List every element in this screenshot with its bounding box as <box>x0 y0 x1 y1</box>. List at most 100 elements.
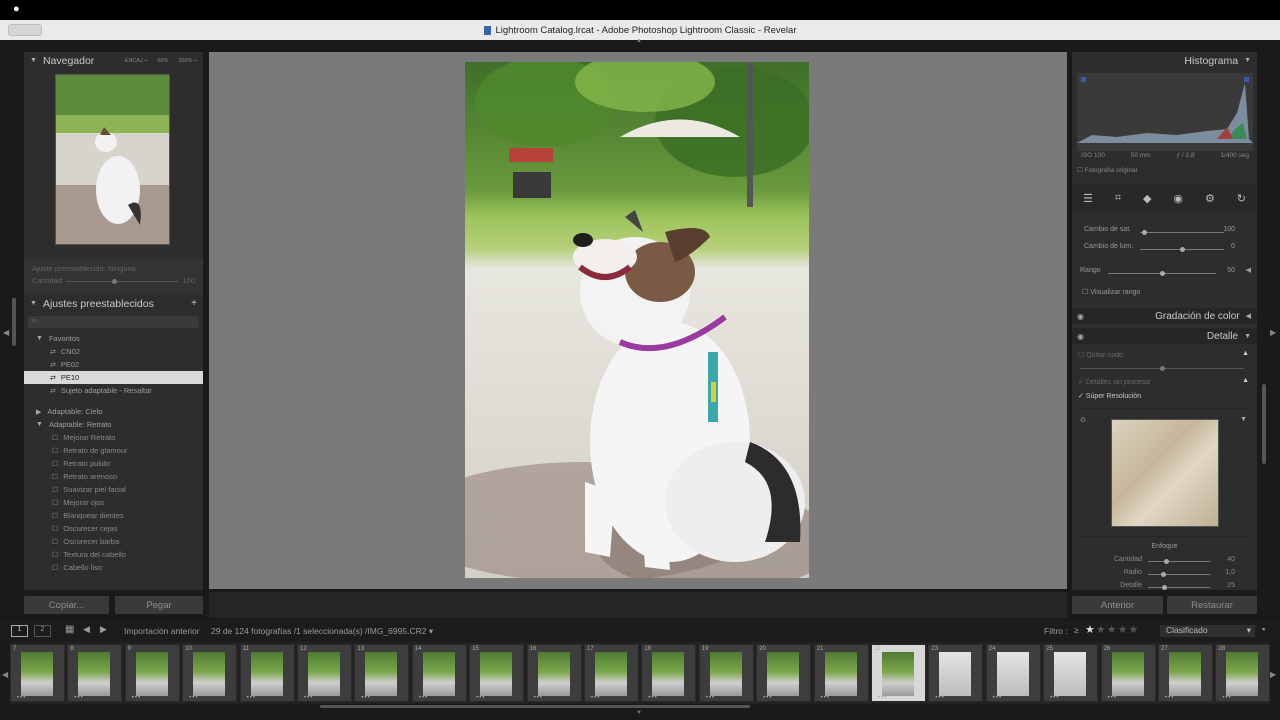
zoom-fit[interactable]: ENCAJ ÷ <box>125 58 148 64</box>
sliders-icon[interactable]: ☰ <box>1083 192 1093 205</box>
filmstrip-thumbnail[interactable]: 18 ••• <box>641 644 697 702</box>
dropdown-icon[interactable]: ▼ <box>1240 416 1247 423</box>
range-arrow-icon[interactable]: ◀ <box>1246 266 1251 274</box>
grid-icon[interactable]: ▦ <box>65 624 74 635</box>
filmstrip-thumbnail[interactable]: 23 ••• <box>928 644 984 702</box>
photo-count[interactable]: 29 de 124 fotografías /1 seleccionada(s)… <box>211 626 433 637</box>
histogram-header[interactable]: Histograma ▼ <box>1072 52 1257 69</box>
filmstrip-thumbnail[interactable]: 7 ••• <box>10 644 65 702</box>
screen-2-button[interactable]: 2 <box>34 625 51 637</box>
copy-button[interactable]: Copiar... <box>24 596 109 614</box>
original-photo-checkbox[interactable]: ☐ Fotografía original <box>1077 166 1137 174</box>
preset-item[interactable]: ☐ Mejorar Retrato <box>24 431 203 444</box>
sky-group[interactable]: ▶ Adaptable: Cielo <box>24 405 203 418</box>
right-panel-toggle-icon[interactable]: ▶ <box>1270 328 1276 337</box>
filmstrip-thumbnail[interactable]: 15 ••• <box>469 644 525 702</box>
filmstrip-thumbnail[interactable]: 25 ••• <box>1043 644 1099 702</box>
presets-header[interactable]: ▼ Ajustes preestablecidos + <box>24 295 203 312</box>
filmstrip-thumbnail[interactable]: 26 ••• <box>1100 644 1156 702</box>
main-photo[interactable] <box>465 62 809 578</box>
detail-preview[interactable] <box>1111 419 1219 527</box>
reset-icon[interactable]: ↻ <box>1237 192 1246 205</box>
eye-icon[interactable]: ◉ <box>1077 332 1084 341</box>
favorites-group[interactable]: ▼ Favoritos <box>24 332 203 345</box>
lum-slider[interactable] <box>1140 247 1224 252</box>
preset-item[interactable]: ☐ Suavizar piel facial <box>24 483 203 496</box>
filmstrip-thumbnail[interactable]: 10 ••• <box>182 644 238 702</box>
redeye-icon[interactable]: ◉ <box>1173 192 1183 205</box>
filmstrip-thumbnail[interactable]: 24 ••• <box>985 644 1041 702</box>
noise-slider[interactable] <box>1080 366 1244 371</box>
eye-icon[interactable]: ◉ <box>1077 312 1084 321</box>
filmstrip-thumbnail[interactable]: 28 ••• <box>1215 644 1271 702</box>
left-panel-toggle-icon[interactable]: ◀ <box>3 328 9 337</box>
visualize-range-checkbox[interactable]: ☐ Visualizar rango <box>1082 288 1140 296</box>
zoom-50[interactable]: 50% <box>157 58 168 64</box>
paste-button[interactable]: Pegar <box>115 596 203 614</box>
filter-toggle-icon[interactable]: ▪ <box>1262 624 1265 634</box>
target-icon[interactable]: ⊙ <box>1080 416 1086 424</box>
crop-icon[interactable]: ⌗ <box>1115 192 1121 205</box>
detail-header[interactable]: ◉ Detalle ▼ <box>1072 328 1257 344</box>
zoom-200[interactable]: 200% ÷ <box>178 58 197 64</box>
apple-icon[interactable]: ● <box>13 3 20 15</box>
sidebar-toggle-button[interactable] <box>8 24 42 36</box>
filmstrip-thumbnail[interactable]: 17 ••• <box>584 644 639 702</box>
filmstrip-thumbnail[interactable]: 13 ••• <box>354 644 410 702</box>
sharpen-slider[interactable] <box>1148 572 1210 577</box>
preset-item[interactable]: ☐ Retrato pulido <box>24 457 203 470</box>
super-resolution-checkbox[interactable]: ✓ Súper Resolución <box>1078 392 1141 400</box>
filmstrip-thumbnail[interactable]: 21 ••• <box>813 644 869 702</box>
source-label[interactable]: Importación anterior <box>124 626 200 636</box>
preset-item[interactable]: ⇄ PE02 <box>24 358 203 371</box>
filmstrip-thumbnail[interactable]: 20 ••• <box>756 644 812 702</box>
filmstrip-thumbnail[interactable]: 27 ••• <box>1158 644 1213 702</box>
preset-amount-slider[interactable] <box>66 279 178 284</box>
sharpen-slider[interactable] <box>1148 559 1210 564</box>
preset-item[interactable]: ☐ Retrato arenoso <box>24 470 203 483</box>
filmstrip-thumbnail[interactable]: 11 ••• <box>239 644 295 702</box>
filmstrip-thumbnail[interactable]: 19 ••• <box>698 644 754 702</box>
filter-operator[interactable]: ≥ <box>1074 625 1079 635</box>
preset-item[interactable]: ⇄ Sujeto adaptable - Resaltar <box>24 384 203 397</box>
color-grading-header[interactable]: ◉ Gradación de color ◀ <box>1072 308 1257 324</box>
mask-icon[interactable]: ⚙ <box>1205 192 1215 205</box>
preset-item[interactable]: ⇄ PE10 <box>24 371 203 384</box>
filmstrip-thumbnail[interactable]: 16 ••• <box>526 644 582 702</box>
top-panel-toggle-icon[interactable]: ▲ <box>636 38 642 44</box>
filmstrip-thumbnail[interactable]: 22 ••• <box>871 644 926 702</box>
bottom-panel-toggle-icon[interactable]: ▼ <box>636 710 642 716</box>
rating-stars[interactable]: ★★★★★ <box>1085 623 1139 636</box>
noise-checkbox[interactable]: ☐ Quitar ruido <box>1078 351 1123 359</box>
preset-item[interactable]: ☐ Oscurecer barba <box>24 535 203 548</box>
preset-item[interactable]: ☐ Blanquear dientes <box>24 509 203 522</box>
navigator-preview[interactable] <box>55 74 170 245</box>
filmstrip-right-icon[interactable]: ▶ <box>1270 670 1276 679</box>
preset-item[interactable]: ☐ Mejorar ojos <box>24 496 203 509</box>
histogram[interactable]: ISO 100 50 mm ƒ / 2,8 1/400 seg <box>1077 73 1253 159</box>
preset-item[interactable]: ☐ Textura del cabello <box>24 548 203 561</box>
add-preset-button[interactable]: + <box>191 298 197 309</box>
filmstrip-thumbnail[interactable]: 14 ••• <box>411 644 467 702</box>
preset-search-input[interactable]: ⌕ <box>28 316 199 328</box>
preset-item[interactable]: ☐ Oscurecer cejas <box>24 522 203 535</box>
sat-slider[interactable] <box>1140 230 1224 235</box>
raw-details-checkbox[interactable]: ✓ Detalles sin procesar <box>1078 378 1151 386</box>
filmstrip-thumbnail[interactable]: 12 ••• <box>297 644 352 702</box>
screen-1-button[interactable]: 1 <box>11 625 28 637</box>
back-arrow-icon[interactable]: ◀ <box>83 624 90 635</box>
filmstrip-scrollbar[interactable] <box>320 705 750 708</box>
sharpen-slider[interactable] <box>1148 585 1210 590</box>
reset-button[interactable]: Restaurar <box>1167 596 1257 614</box>
preset-item[interactable]: ☐ Retrato de glamour <box>24 444 203 457</box>
eraser-icon[interactable]: ◆ <box>1143 192 1151 205</box>
filmstrip-left-icon[interactable]: ◀ <box>2 670 8 679</box>
previous-button[interactable]: Anterior <box>1072 596 1163 614</box>
preset-item[interactable]: ☐ Cabello liso <box>24 561 203 574</box>
forward-arrow-icon[interactable]: ▶ <box>100 624 107 635</box>
range-slider[interactable] <box>1108 271 1216 276</box>
portrait-group[interactable]: ▼ Adaptable: Retrato <box>24 418 203 431</box>
filmstrip-thumbnail[interactable]: 8 ••• <box>67 644 123 702</box>
filmstrip-thumbnail[interactable]: 9 ••• <box>124 644 180 702</box>
left-scrollbar[interactable] <box>12 298 16 346</box>
